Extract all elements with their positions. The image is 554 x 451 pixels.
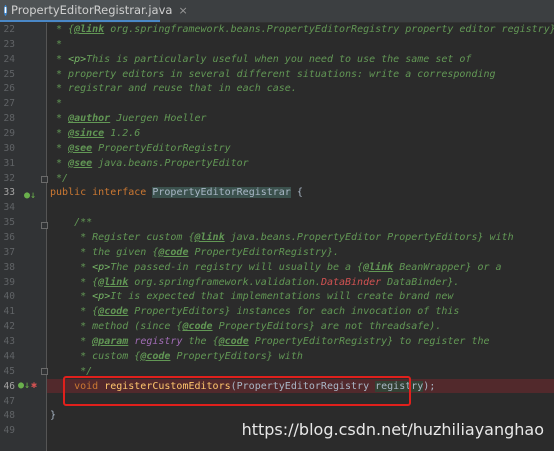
code-text: */ <box>50 172 69 184</box>
line-number: 45 <box>3 365 15 377</box>
line-number: 48 <box>3 410 15 422</box>
code-text: * method (since {@code PropertyEditors} … <box>50 321 442 333</box>
code-line[interactable]: 42 * method (since {@code PropertyEditor… <box>0 320 554 335</box>
line-number: 24 <box>3 53 15 65</box>
code-text: * {@link org.springframework.validation.… <box>50 276 460 288</box>
editor-tab-bar: I PropertyEditorRegistrar.java × <box>0 0 554 23</box>
code-line[interactable]: 44 * custom {@code PropertyEditors} with <box>0 350 554 365</box>
code-text: * <box>50 98 63 110</box>
code-line[interactable]: 43 * @param registry the {@code Property… <box>0 335 554 350</box>
code-line[interactable]: 30 * @see PropertyEditorRegistry <box>0 142 554 157</box>
fold-marker[interactable] <box>41 222 48 229</box>
line-number: 40 <box>3 291 15 303</box>
line-number: 34 <box>3 202 15 214</box>
code-line[interactable]: 33 public interface PropertyEditorRegistr… <box>0 186 554 201</box>
code-text: * @see PropertyEditorRegistry <box>50 142 231 154</box>
line-number: 22 <box>3 24 15 35</box>
code-text: * registrar and reuse that in each case. <box>50 83 297 95</box>
code-text: * the given {@code PropertyEditorRegistr… <box>50 246 339 258</box>
code-text: * <p>This is particularly useful when yo… <box>50 53 472 65</box>
line-number: 42 <box>3 321 15 333</box>
code-text: * <box>50 38 63 50</box>
code-text: * {@link org.springframework.beans.Prope… <box>50 24 554 35</box>
annotation-highlight-box <box>63 376 411 406</box>
code-line[interactable]: 39 * {@link org.springframework.validati… <box>0 276 554 291</box>
implemented-by-icon[interactable]: ●↓ <box>18 380 30 391</box>
code-text: * property editors in several different … <box>50 68 496 80</box>
breakpoint-icon[interactable]: ✱ <box>31 380 37 391</box>
line-number: 38 <box>3 261 15 273</box>
line-number: 43 <box>3 336 15 348</box>
code-line[interactable]: 27 * <box>0 97 554 112</box>
line-number: 44 <box>3 350 15 362</box>
code-text: * custom {@code PropertyEditors} with <box>50 350 303 362</box>
line-number: 28 <box>3 113 15 125</box>
tab-label: PropertyEditorRegistrar.java <box>10 3 173 17</box>
watermark: https://blog.csdn.net/huzhiliayanghao <box>241 420 544 439</box>
code-text: * @param registry the {@code PropertyEdi… <box>50 336 490 348</box>
code-line[interactable]: 37 * the given {@code PropertyEditorRegi… <box>0 246 554 261</box>
code-line[interactable]: 29 * @since 1.2.6 <box>0 127 554 142</box>
line-number: 27 <box>3 98 15 110</box>
code-text: * @author Juergen Hoeller <box>50 113 207 125</box>
code-text: * <p>The passed-in registry will usually… <box>50 261 502 273</box>
code-line[interactable]: 34 <box>0 201 554 216</box>
line-number: 31 <box>3 157 15 169</box>
interface-file-icon: I <box>4 4 7 16</box>
code-line[interactable]: 28 * @author Juergen Hoeller <box>0 112 554 127</box>
code-line[interactable]: 41 * {@code PropertyEditors} instances f… <box>0 305 554 320</box>
code-line[interactable]: 35 /** <box>0 216 554 231</box>
close-tab-icon[interactable]: × <box>178 4 187 17</box>
line-number: 23 <box>3 38 15 50</box>
tab-property-editor-registrar[interactable]: I PropertyEditorRegistrar.java × <box>0 0 188 22</box>
code-text: * <p>It is expected that implementations… <box>50 291 454 303</box>
fold-marker[interactable] <box>41 176 48 183</box>
code-text: /** <box>50 217 93 229</box>
implemented-by-icon[interactable]: ●↓ <box>24 190 36 201</box>
code-text: * @see java.beans.PropertyEditor <box>50 157 249 169</box>
code-line[interactable]: 23 * <box>0 38 554 53</box>
line-number: 26 <box>3 83 15 95</box>
code-text: public interface PropertyEditorRegistrar… <box>50 187 303 199</box>
line-number: 47 <box>3 395 15 407</box>
line-number: 32 <box>3 172 15 184</box>
line-number: 33 <box>3 187 15 199</box>
code-line[interactable]: 38 * <p>The passed-in registry will usua… <box>0 261 554 276</box>
line-number: 37 <box>3 246 15 258</box>
line-number: 46 <box>3 380 15 392</box>
code-text: * {@code PropertyEditors} instances for … <box>50 306 460 318</box>
code-text: * @since 1.2.6 <box>50 128 141 140</box>
code-line[interactable]: 24 * <p>This is particularly useful when… <box>0 53 554 68</box>
line-number: 49 <box>3 425 15 437</box>
line-number: 30 <box>3 142 15 154</box>
code-line[interactable]: 36 * Register custom {@link java.beans.P… <box>0 231 554 246</box>
line-number: 36 <box>3 232 15 244</box>
code-line[interactable]: 40 * <p>It is expected that implementati… <box>0 290 554 305</box>
code-line[interactable]: 31 * @see java.beans.PropertyEditor <box>0 157 554 172</box>
code-line[interactable]: 25 * property editors in several differe… <box>0 68 554 83</box>
line-number: 41 <box>3 306 15 318</box>
code-text: * Register custom {@link java.beans.Prop… <box>50 232 514 244</box>
line-number: 39 <box>3 276 15 288</box>
code-line[interactable]: 32 */ <box>0 172 554 187</box>
code-line[interactable]: 26 * registrar and reuse that in each ca… <box>0 82 554 97</box>
line-number: 35 <box>3 217 15 229</box>
fold-marker[interactable] <box>41 368 48 375</box>
line-number: 25 <box>3 68 15 80</box>
code-text: } <box>50 410 57 422</box>
line-number: 29 <box>3 128 15 140</box>
code-line[interactable]: 22 * {@link org.springframework.beans.Pr… <box>0 23 554 38</box>
